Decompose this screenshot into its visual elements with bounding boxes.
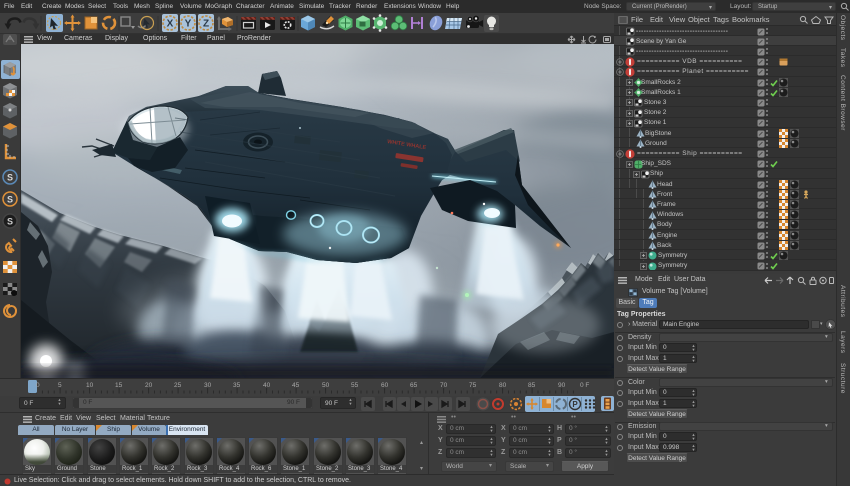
svg-text:Y: Y (185, 19, 192, 30)
svg-text:S: S (7, 217, 13, 227)
svg-text:P: P (572, 400, 578, 409)
svg-text:S: S (7, 195, 13, 205)
svg-text:S: S (7, 173, 13, 183)
svg-text:Z: Z (203, 19, 209, 30)
svg-text:X: X (167, 19, 174, 30)
